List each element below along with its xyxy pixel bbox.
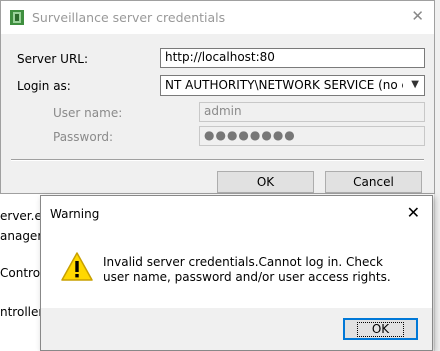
warning-title: Warning	[50, 207, 100, 221]
dialog-titlebar[interactable]: Surveillance server credentials ✕	[1, 1, 434, 34]
login-as-select[interactable]: NT AUTHORITY\NETWORK SERVICE (no credent…	[160, 75, 425, 96]
warning-icon	[61, 252, 93, 281]
dialog-separator	[11, 159, 424, 161]
background-text-4: ntroller	[0, 305, 44, 319]
login-as-value: NT AUTHORITY\NETWORK SERVICE (no credent…	[165, 78, 403, 92]
warning-message: Invalid server credentials.Cannot log in…	[103, 255, 391, 284]
user-name-label: User name:	[53, 106, 123, 120]
background-text-3: Control	[0, 266, 44, 280]
server-url-label: Server URL:	[17, 52, 89, 66]
login-as-label: Login as:	[17, 79, 71, 93]
password-input[interactable]: ●●●●●●●●	[199, 126, 425, 146]
chevron-down-icon[interactable]: ▼	[411, 79, 419, 90]
server-url-input[interactable]: http://localhost:80	[160, 48, 425, 68]
warning-ok-button[interactable]: OK	[343, 318, 418, 340]
close-icon[interactable]: ✕	[411, 7, 424, 25]
cancel-button[interactable]: Cancel	[325, 171, 422, 193]
password-label: Password:	[53, 130, 114, 144]
user-name-input[interactable]: admin	[199, 102, 425, 122]
close-icon[interactable]: ✕	[407, 203, 420, 222]
warning-ok-label: OK	[356, 322, 405, 337]
ok-button[interactable]: OK	[217, 171, 314, 193]
warning-dialog: Warning ✕ Invalid server credentials.Can…	[40, 195, 433, 351]
warning-footer: OK	[41, 308, 432, 350]
app-icon	[10, 10, 24, 25]
credentials-dialog: Surveillance server credentials ✕ Server…	[0, 0, 435, 194]
dialog-title: Surveillance server credentials	[32, 10, 226, 25]
